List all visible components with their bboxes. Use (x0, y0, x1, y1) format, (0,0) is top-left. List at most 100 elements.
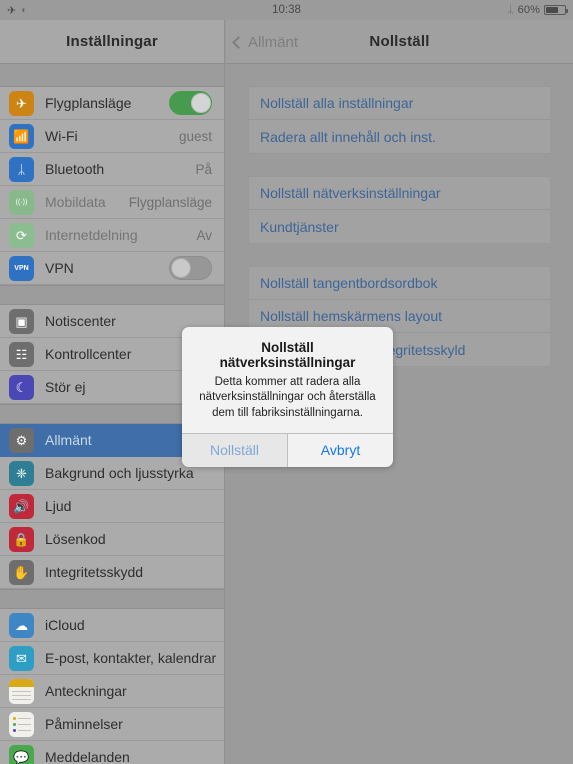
sidebar-item-value: Av (196, 227, 212, 243)
sidebar-item-label: Bluetooth (45, 161, 105, 177)
alert-body: Nollställ nätverksinställningar Detta ko… (182, 327, 393, 433)
reset-network-alert[interactable]: Nollställ nätverksinställningar Detta ko… (182, 327, 393, 467)
vpn-icon-glyph: VPN (14, 264, 29, 272)
sidebar-item-value: Flygplansläge (128, 194, 212, 210)
notification-center-icon: ▣ (9, 308, 34, 334)
sidebar-title: Inställningar (66, 33, 158, 50)
airplane-icon: ✈ (9, 90, 34, 116)
bluetooth-icon: ᛦ (9, 156, 34, 182)
sidebar-item-label: Stör ej (45, 379, 86, 395)
sidebar-item-l-senkod[interactable]: 🔒 Lösenkod (0, 523, 224, 556)
sidebar-item-value: guest (178, 128, 212, 144)
privacy-hand-icon: ✋ (9, 559, 34, 585)
reset-option-row[interactable]: Nollställ nätverksinställningar (249, 177, 550, 210)
sidebar-item-label: Allmänt (45, 432, 92, 448)
sidebar-item-label: iCloud (45, 617, 85, 633)
sidebar-group-separator (0, 64, 224, 87)
airplane-icon-glyph: ✈ (16, 95, 27, 111)
passcode-lock-icon-glyph: 🔒 (13, 531, 30, 547)
vpn-icon: VPN (9, 255, 34, 281)
sidebar-item-label: Lösenkod (45, 531, 106, 547)
chevron-left-icon (232, 35, 245, 49)
sidebar-group-separator (0, 589, 224, 609)
detail-navbar: Allmänt Nollställ (226, 20, 573, 64)
reset-option-row[interactable]: Nollställ alla inställningar (249, 87, 550, 120)
alert-message: Detta kommer att radera alla nätverksins… (199, 376, 376, 419)
sidebar-item-anteckningar[interactable]: Anteckningar (0, 675, 224, 708)
gear-icon-glyph: ⚙ (15, 432, 28, 448)
sidebar-item-e-post-kontakter-kalendrar[interactable]: ✉ E-post, kontakter, kalendrar (0, 642, 224, 675)
back-button-label: Allmänt (248, 33, 299, 51)
reset-option-row[interactable]: Nollställ tangentbordsordbok (249, 267, 550, 300)
sidebar-item-label: Anteckningar (45, 683, 127, 699)
alert-confirm-button[interactable]: Nollställ (182, 433, 287, 467)
messages-icon: 💬 (9, 744, 34, 764)
sidebar-item-value: På (195, 161, 212, 177)
sidebar-item-internetdelning[interactable]: ⟳ Internetdelning Av (0, 219, 224, 252)
toggle-switch[interactable] (169, 91, 212, 115)
alert-actions: Nollställ Avbryt (182, 432, 393, 467)
wallpaper-brightness-icon: ❈ (9, 460, 34, 486)
icloud-icon-glyph: ☁ (15, 617, 28, 633)
reset-option-row[interactable]: Kundtjänster (249, 210, 550, 243)
reset-options-group: Nollställ alla inställningar Radera allt … (248, 86, 551, 154)
sidebar-item-ljud[interactable]: 🔊 Ljud (0, 490, 224, 523)
gear-icon: ⚙ (9, 427, 34, 453)
sidebar-item-label: Integritetsskydd (45, 564, 144, 580)
wifi-icon-glyph: 📶 (13, 128, 30, 144)
sidebar-item-label: Wi-Fi (45, 128, 78, 144)
toggle-knob (191, 93, 211, 113)
wallpaper-brightness-icon-glyph: ❈ (16, 465, 27, 481)
passcode-lock-icon: 🔒 (9, 526, 34, 552)
status-bar: ✈ ◐ 10:38 ᛦ 60% (0, 0, 573, 20)
notes-icon (9, 678, 34, 704)
bluetooth-icon: ᛦ (507, 4, 514, 16)
icloud-icon: ☁ (9, 612, 34, 638)
sidebar-group-separator (0, 285, 224, 305)
sidebar-navbar: Inställningar (0, 20, 224, 64)
do-not-disturb-moon-icon-glyph: ☾ (15, 379, 28, 395)
sidebar-item-label: Internetdelning (45, 227, 138, 243)
sidebar-item-icloud[interactable]: ☁ iCloud (0, 609, 224, 642)
toggle-switch[interactable] (169, 256, 212, 280)
sound-speaker-icon-glyph: 🔊 (13, 498, 30, 514)
toggle-knob (171, 258, 191, 278)
sidebar-item-vpn[interactable]: VPN VPN (0, 252, 224, 285)
mail-icon: ✉ (9, 645, 34, 671)
sidebar-item-p-minnelser[interactable]: Påminnelser (0, 708, 224, 741)
sidebar-item-integritetsskydd[interactable]: ✋ Integritetsskydd (0, 556, 224, 589)
notification-center-icon-glyph: ▣ (15, 313, 28, 329)
sidebar-item-wi-fi[interactable]: 📶 Wi-Fi guest (0, 120, 224, 153)
sidebar-item-bluetooth[interactable]: ᛦ Bluetooth På (0, 153, 224, 186)
cellular-icon-glyph: ((·)) (15, 198, 28, 206)
sidebar-item-label: Kontrollcenter (45, 346, 132, 362)
status-bar-clock: 10:38 (272, 4, 301, 16)
sidebar-item-label: Flygplansläge (45, 95, 132, 111)
hotspot-icon-glyph: ⟳ (16, 227, 27, 243)
sidebar-item-label: Mobildata (45, 194, 106, 210)
battery-percent-label: 60% (517, 4, 540, 16)
bluetooth-icon-glyph: ᛦ (17, 161, 26, 177)
messages-icon-glyph: 💬 (13, 749, 30, 764)
back-button[interactable]: Allmänt (232, 20, 299, 64)
sidebar-item-label: E-post, kontakter, kalendrar (45, 650, 217, 666)
sidebar-item-flygplansl-ge[interactable]: ✈ Flygplansläge (0, 87, 224, 120)
control-center-icon-glyph: ☷ (15, 346, 28, 362)
ipad-settings-screen: ✈ ◐ 10:38 ᛦ 60% Inställningar ✈ Flygplans… (0, 0, 573, 764)
sidebar-item-label: VPN (45, 260, 74, 276)
alert-cancel-button[interactable]: Avbryt (287, 433, 393, 467)
reset-option-row[interactable]: Radera allt innehåll och inst. (249, 120, 550, 153)
sidebar-item-label: Ljud (45, 498, 72, 514)
wifi-icon: 📶 (9, 123, 34, 149)
sidebar-item-label: Påminnelser (45, 716, 123, 732)
sound-speaker-icon: 🔊 (9, 493, 34, 519)
reset-options-list[interactable]: Nollställ alla inställningar Radera allt … (226, 64, 573, 367)
reset-options-group: Nollställ nätverksinställningar Kundtjäns… (248, 176, 551, 244)
reminders-icon (9, 711, 34, 737)
do-not-disturb-moon-icon: ☾ (9, 374, 34, 400)
sidebar-item-meddelanden[interactable]: 💬 Meddelanden (0, 741, 224, 764)
alert-title: Nollställ nätverksinställningar (219, 340, 356, 370)
sidebar-item-mobildata[interactable]: ((·)) Mobildata Flygplansläge (0, 186, 224, 219)
privacy-hand-icon-glyph: ✋ (13, 564, 30, 580)
hotspot-icon: ⟳ (9, 222, 34, 248)
